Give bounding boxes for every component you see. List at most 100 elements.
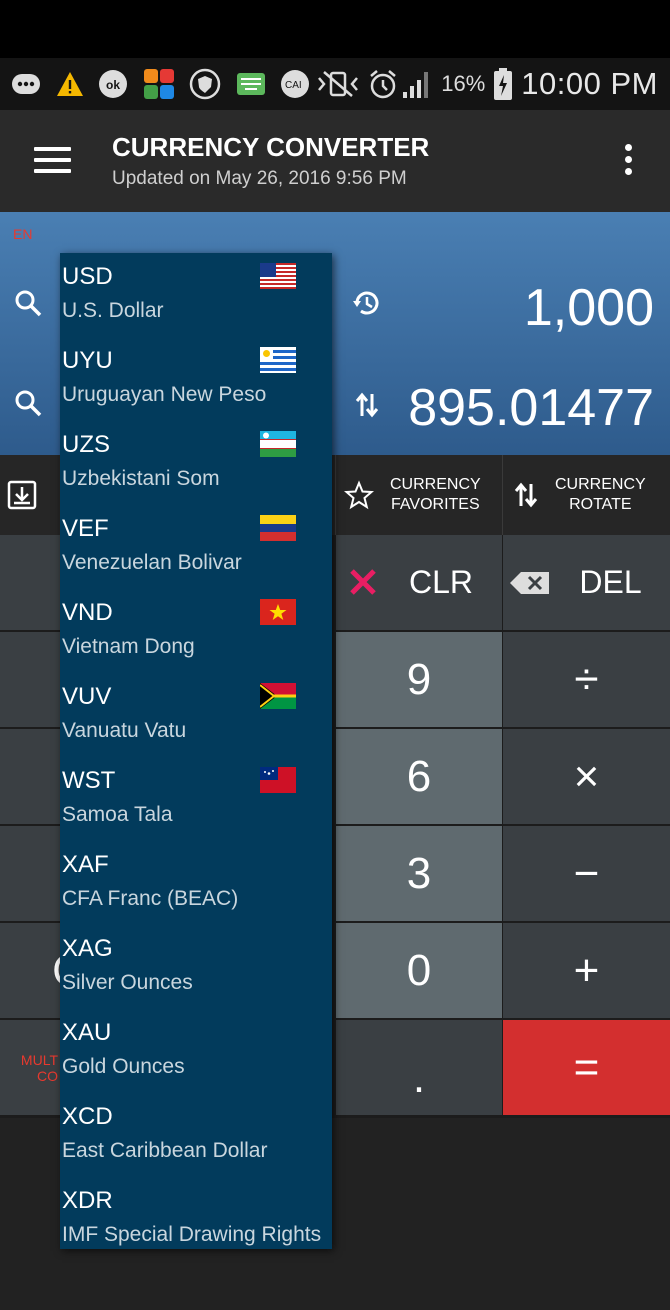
warning-icon [57, 72, 83, 96]
currency-name: East Caribbean Dollar [62, 1139, 268, 1162]
currency-code: USD [62, 263, 113, 290]
currency-code: VND [62, 599, 113, 626]
decimal-button[interactable]: . [336, 1020, 502, 1115]
currency-list-item[interactable]: UZS Uzbekistani Som [60, 421, 332, 505]
partial-key[interactable] [0, 826, 60, 921]
menu-icon[interactable] [34, 147, 71, 175]
battery-percent: 16% [441, 71, 486, 96]
currency-code: XCD [62, 1103, 113, 1130]
converted-amount: 895.01477 [408, 379, 654, 437]
currency-code: UZS [62, 431, 110, 458]
vibrate-off-icon [318, 71, 358, 97]
currency-code: VEF [62, 515, 109, 542]
app-title: CURRENCY CONVERTER [112, 132, 430, 162]
battery-icon [494, 68, 513, 100]
key-9[interactable]: 9 [336, 632, 502, 727]
currency-code: XAF [62, 851, 109, 878]
download-icon [7, 480, 37, 510]
partial-key[interactable] [0, 632, 60, 727]
cai-icon: CAI [281, 70, 309, 98]
currency-name: U.S. Dollar [62, 299, 164, 322]
currency-list-item[interactable]: XCD East Caribbean Dollar [60, 1093, 332, 1177]
currency-name: Gold Ounces [62, 1055, 185, 1078]
messenger-icon [12, 74, 40, 94]
amount-input[interactable]: 1,000 [524, 278, 654, 338]
currency-name: Vietnam Dong [62, 635, 195, 658]
currency-code: XAG [62, 935, 113, 962]
partial-key[interactable]: C [0, 923, 84, 1018]
star-icon [344, 480, 374, 510]
status-bar: ok CAI 16% 10:00 PM [0, 58, 670, 110]
key-3[interactable]: 3 [336, 826, 502, 921]
currency-list-item[interactable]: VEF Venezuelan Bolivar [60, 505, 332, 589]
usa-flag-icon [260, 263, 296, 289]
minus-button[interactable]: − [503, 826, 670, 921]
svg-text:ok: ok [106, 78, 120, 92]
currency-name: Venezuelan Bolivar [62, 551, 242, 574]
currency-code: XAU [62, 1019, 112, 1046]
currency-name: CFA Franc (BEAC) [62, 887, 239, 910]
import-button[interactable] [0, 455, 60, 535]
search-icon[interactable] [13, 288, 43, 318]
signal-icon [403, 72, 429, 98]
currency-app-icon [144, 69, 174, 99]
history-icon[interactable] [352, 288, 382, 318]
multiply-button[interactable]: × [503, 729, 670, 824]
currency-code: WST [62, 767, 116, 794]
clear-button[interactable]: CLR [336, 535, 502, 630]
currency-list-item[interactable]: VND Vietnam Dong [60, 589, 332, 673]
divide-button[interactable]: ÷ [503, 632, 670, 727]
clock: 10:00 PM [521, 66, 658, 101]
swap-icon[interactable] [352, 390, 382, 420]
currency-list-item[interactable]: UYU Uruguayan New Peso [60, 337, 332, 421]
currency-dropdown[interactable]: USD U.S. Dollar UYU Uruguayan New Peso UZS Uz… [60, 253, 332, 1249]
vanuatu-flag-icon [260, 683, 296, 709]
ok-app-icon: ok [99, 70, 127, 98]
currency-list-item[interactable]: XAF CFA Franc (BEAC) [60, 841, 332, 925]
currency-list-item[interactable]: USD U.S. Dollar [60, 253, 332, 337]
key-0[interactable]: 0 [336, 923, 502, 1018]
equals-button[interactable]: = [503, 1020, 670, 1115]
currency-code: UYU [62, 347, 113, 374]
venezuela-flag-icon [260, 515, 296, 541]
currency-list-item[interactable]: VUV Vanuatu Vatu [60, 673, 332, 757]
samoa-flag-icon [260, 767, 296, 793]
currency-list-item[interactable]: XDR IMF Special Drawing Rights [60, 1177, 332, 1249]
currency-favorites-button[interactable]: CURRENCY FAVORITES [335, 455, 502, 535]
partial-key[interactable]: C [0, 535, 82, 630]
rotate-icon [514, 482, 538, 508]
currency-name: IMF Special Drawing Rights [62, 1223, 322, 1246]
multi-convert-button[interactable]: MULT CO [0, 1020, 60, 1115]
language-indicator[interactable]: EN [13, 226, 32, 242]
partial-key[interactable] [0, 729, 60, 824]
currency-name: Samoa Tala [62, 803, 173, 826]
shield-icon [189, 68, 221, 100]
backspace-icon [510, 572, 549, 594]
vietnam-flag-icon [260, 599, 296, 625]
currency-name: Vanuatu Vatu [62, 719, 187, 742]
close-icon [350, 569, 376, 595]
rotate-label: CURRENCY ROTATE [555, 476, 646, 513]
currency-code: XDR [62, 1187, 113, 1214]
currency-code: VUV [62, 683, 112, 710]
plus-button[interactable]: + [503, 923, 670, 1018]
svg-text:CAI: CAI [285, 80, 302, 91]
currency-list-item[interactable]: WST Samoa Tala [60, 757, 332, 841]
currency-name: Uzbekistani Som [62, 467, 220, 490]
alarm-icon [370, 70, 396, 99]
key-6[interactable]: 6 [336, 729, 502, 824]
search-icon[interactable] [13, 388, 43, 418]
uruguay-flag-icon [260, 347, 296, 373]
currency-list-item[interactable]: XAU Gold Ounces [60, 1009, 332, 1093]
app-toolbar: CURRENCY CONVERTER Updated on May 26, 20… [0, 110, 670, 212]
currency-name: Uruguayan New Peso [62, 383, 267, 406]
currency-rotate-button[interactable]: CURRENCY ROTATE [502, 455, 670, 535]
keyboard-icon [237, 73, 265, 95]
uzbekistan-flag-icon [260, 431, 296, 457]
updated-timestamp: Updated on May 26, 2016 9:56 PM [112, 168, 407, 189]
favorites-label: CURRENCY FAVORITES [390, 476, 481, 513]
delete-button[interactable]: DEL [503, 535, 670, 630]
currency-name: Silver Ounces [62, 971, 193, 994]
overflow-menu-icon[interactable] [622, 144, 634, 180]
currency-list-item[interactable]: XAG Silver Ounces [60, 925, 332, 1009]
